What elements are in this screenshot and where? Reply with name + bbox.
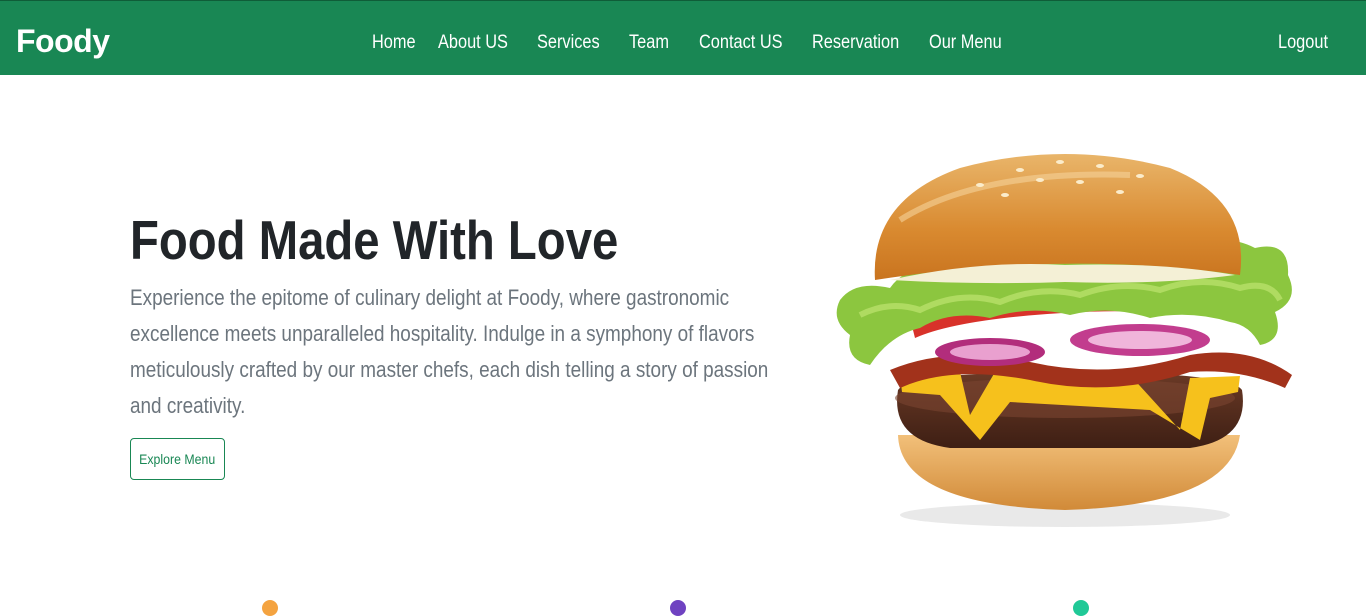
nav-link-reservation[interactable]: Reservation: [812, 31, 899, 55]
burger-image: [836, 154, 1292, 527]
nav-link-services[interactable]: Services: [537, 31, 600, 55]
explore-menu-button[interactable]: Explore Menu: [130, 438, 225, 480]
nav-link-contact[interactable]: Contact US: [699, 31, 783, 55]
nav-links: Home About US Services Team Contact US R…: [0, 1, 1366, 76]
nav-link-team[interactable]: Team: [629, 31, 669, 55]
hero-description: Experience the epitome of culinary delig…: [130, 285, 769, 418]
hero-title: Food Made With Love: [130, 209, 619, 271]
nav-link-about[interactable]: About US: [438, 31, 508, 55]
explore-menu-label: Explore Menu: [139, 451, 216, 467]
feature-icon-2: [670, 600, 686, 616]
feature-icon-3: [1073, 600, 1089, 616]
nav-link-home[interactable]: Home: [372, 31, 416, 55]
nav-link-menu[interactable]: Our Menu: [929, 31, 1002, 55]
feature-icon-1: [262, 600, 278, 616]
logout-link[interactable]: Logout: [1278, 31, 1328, 55]
navbar: Foody Home About US Services Team Contac…: [0, 0, 1366, 75]
